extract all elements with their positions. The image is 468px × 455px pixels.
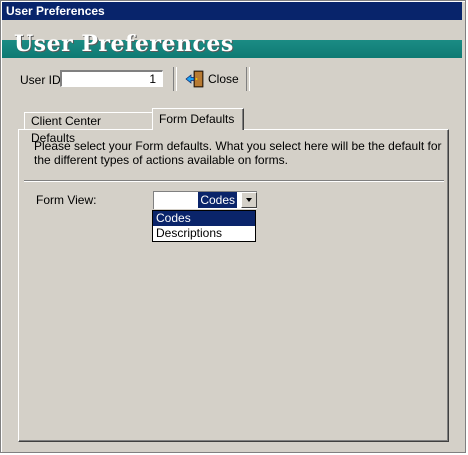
user-id-label: User ID: <box>20 73 65 87</box>
dropdown-option-codes[interactable]: Codes <box>153 211 255 226</box>
page-title: User Preferences <box>14 31 234 57</box>
close-button-label: Close <box>208 72 239 86</box>
user-id-field[interactable]: 1 <box>60 70 163 87</box>
toolbar-separator <box>173 67 177 91</box>
exit-door-icon <box>185 70 204 88</box>
form-view-label: Form View: <box>36 193 97 207</box>
tab-form-defaults[interactable]: Form Defaults <box>152 108 244 130</box>
close-button[interactable]: Close <box>185 70 239 88</box>
dropdown-button[interactable] <box>241 192 257 208</box>
form-defaults-description: Please select your Form defaults. What y… <box>34 139 442 167</box>
form-view-select[interactable]: Codes <box>153 191 257 209</box>
tab-panel-form-defaults <box>18 129 449 442</box>
tab-label: Form Defaults <box>159 112 235 126</box>
toolbar-separator <box>246 67 250 91</box>
form-view-dropdown-list: Codes Descriptions <box>152 210 256 242</box>
section-divider <box>24 180 444 182</box>
window-title-bar[interactable]: User Preferences <box>2 2 462 20</box>
tab-client-center-defaults[interactable]: Client Center Defaults <box>24 112 154 145</box>
chevron-down-icon <box>246 198 252 202</box>
dropdown-option-descriptions[interactable]: Descriptions <box>153 226 255 241</box>
form-view-selected-value: Codes <box>198 192 237 208</box>
